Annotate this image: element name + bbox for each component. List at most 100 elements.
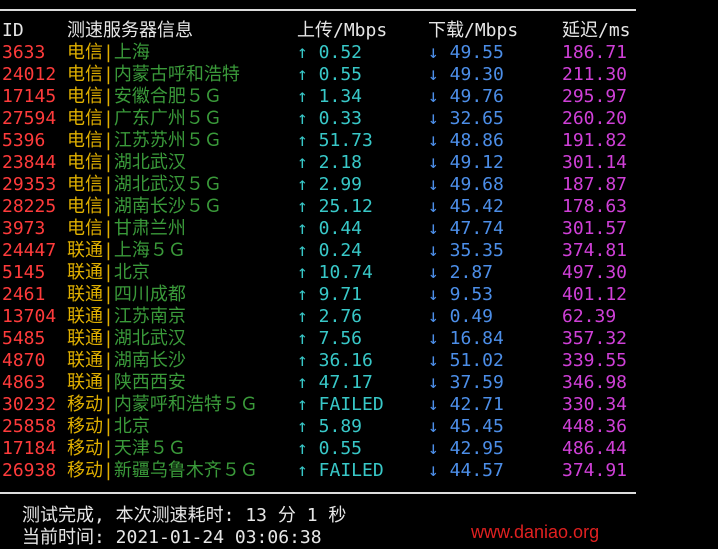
server-info: 移动|新疆乌鲁木齐５Ｇ <box>67 460 258 482</box>
upload-speed: ↑ 5.89 <box>297 416 363 437</box>
server-info: 电信|江苏苏州５Ｇ <box>67 130 222 152</box>
server-info: 电信|湖北武汉５Ｇ <box>67 174 222 196</box>
table-row: 24012 电信|内蒙古呼和浩特 ↑ 0.55 ↓ 49.30 211.30 <box>0 64 718 86</box>
download-speed: ↓ 45.42 <box>428 196 504 217</box>
latency-value: 339.55 <box>562 350 628 371</box>
table-row: 24447 联通|上海５Ｇ ↑ 0.24 ↓ 35.35 374.81 <box>0 240 718 262</box>
server-info: 联通|北京 <box>67 262 150 284</box>
download-speed: ↓ 0.49 <box>428 306 494 327</box>
separator: | <box>103 218 114 239</box>
latency-value: 301.14 <box>562 152 628 173</box>
download-speed: ↓ 16.84 <box>428 328 504 349</box>
server-id: 17145 <box>2 86 57 107</box>
separator: | <box>103 174 114 195</box>
separator: | <box>103 86 114 107</box>
server-info: 电信|湖北武汉 <box>67 152 186 174</box>
server-location: 甘肃兰州 <box>113 218 186 239</box>
server-location: 广东广州５Ｇ <box>113 108 222 129</box>
server-info: 联通|湖北武汉 <box>67 328 186 350</box>
upload-speed: ↑ 10.74 <box>297 262 373 283</box>
server-id: 3973 <box>2 218 46 239</box>
server-id: 23844 <box>2 152 57 173</box>
latency-value: 374.81 <box>562 240 628 261</box>
server-location: 上海５Ｇ <box>113 240 186 261</box>
latency-value: 295.97 <box>562 86 628 107</box>
server-location: 江苏南京 <box>113 306 186 327</box>
download-speed: ↓ 47.74 <box>428 218 504 239</box>
table-row: 30232 移动|内蒙呼和浩特５Ｇ ↑ FAILED ↓ 42.71 330.34 <box>0 394 718 416</box>
isp-name: 电信 <box>67 86 103 107</box>
bottom-divider <box>0 492 636 494</box>
server-id: 5145 <box>2 262 46 283</box>
server-info: 联通|江苏南京 <box>67 306 186 328</box>
upload-speed: ↑ 0.44 <box>297 218 363 239</box>
server-location: 新疆乌鲁木齐５Ｇ <box>113 460 258 481</box>
isp-name: 联通 <box>67 284 103 305</box>
latency-value: 62.39 <box>562 306 617 327</box>
table-row: 17184 移动|天津５Ｇ ↑ 0.55 ↓ 42.95 486.44 <box>0 438 718 460</box>
latency-value: 374.91 <box>562 460 628 481</box>
upload-speed: ↑ FAILED <box>297 394 384 415</box>
server-id: 5396 <box>2 130 46 151</box>
table-row: 25858 移动|北京 ↑ 5.89 ↓ 45.45 448.36 <box>0 416 718 438</box>
upload-speed: ↑ 51.73 <box>297 130 373 151</box>
server-location: 内蒙呼和浩特５Ｇ <box>113 394 258 415</box>
download-speed: ↓ 48.86 <box>428 130 504 151</box>
download-speed: ↓ 42.95 <box>428 438 504 459</box>
table-row: 3973 电信|甘肃兰州 ↑ 0.44 ↓ 47.74 301.57 <box>0 218 718 240</box>
upload-speed: ↑ 9.71 <box>297 284 363 305</box>
download-speed: ↓ 49.55 <box>428 42 504 63</box>
table-row: 5396 电信|江苏苏州５Ｇ ↑ 51.73 ↓ 48.86 191.82 <box>0 130 718 152</box>
latency-value: 448.36 <box>562 416 628 437</box>
isp-name: 移动 <box>67 416 103 437</box>
table-row: 5485 联通|湖北武汉 ↑ 7.56 ↓ 16.84 357.32 <box>0 328 718 350</box>
server-info: 联通|上海５Ｇ <box>67 240 186 262</box>
server-id: 24447 <box>2 240 57 261</box>
table-row: 3633 电信|上海 ↑ 0.52 ↓ 49.55 186.71 <box>0 42 718 64</box>
isp-name: 电信 <box>67 130 103 151</box>
download-speed: ↓ 35.35 <box>428 240 504 261</box>
server-location: 安徽合肥５Ｇ <box>113 86 222 107</box>
server-info: 联通|陕西西安 <box>67 372 186 394</box>
upload-speed: ↑ 1.34 <box>297 86 363 107</box>
server-info: 移动|天津５Ｇ <box>67 438 186 460</box>
latency-value: 187.87 <box>562 174 628 195</box>
separator: | <box>103 306 114 327</box>
isp-name: 联通 <box>67 372 103 393</box>
server-location: 北京 <box>113 262 150 283</box>
download-speed: ↓ 42.71 <box>428 394 504 415</box>
download-speed: ↓ 9.53 <box>428 284 494 305</box>
server-info: 联通|四川成都 <box>67 284 186 306</box>
upload-speed: ↑ 0.24 <box>297 240 363 261</box>
latency-value: 260.20 <box>562 108 628 129</box>
latency-value: 346.98 <box>562 372 628 393</box>
server-id: 4870 <box>2 350 46 371</box>
separator: | <box>103 240 114 261</box>
download-speed: ↓ 37.59 <box>428 372 504 393</box>
server-id: 29353 <box>2 174 57 195</box>
download-speed: ↓ 49.68 <box>428 174 504 195</box>
header-upload: 上传/Mbps <box>297 20 388 41</box>
server-info: 移动|北京 <box>67 416 150 438</box>
server-location: 陕西西安 <box>113 372 186 393</box>
isp-name: 电信 <box>67 196 103 217</box>
latency-value: 178.63 <box>562 196 628 217</box>
server-location: 内蒙古呼和浩特 <box>113 64 240 85</box>
download-speed: ↓ 32.65 <box>428 108 504 129</box>
separator: | <box>103 196 114 217</box>
isp-name: 联通 <box>67 328 103 349</box>
table-row: 23844 电信|湖北武汉 ↑ 2.18 ↓ 49.12 301.14 <box>0 152 718 174</box>
server-info: 电信|内蒙古呼和浩特 <box>67 64 240 86</box>
header-latency: 延迟/ms <box>562 20 631 41</box>
table-row: 27594 电信|广东广州５Ｇ ↑ 0.33 ↓ 32.65 260.20 <box>0 108 718 130</box>
separator: | <box>103 108 114 129</box>
isp-name: 联通 <box>67 306 103 327</box>
server-info: 电信|安徽合肥５Ｇ <box>67 86 222 108</box>
separator: | <box>103 152 114 173</box>
table-row: 4870 联通|湖南长沙 ↑ 36.16 ↓ 51.02 339.55 <box>0 350 718 372</box>
isp-name: 电信 <box>67 174 103 195</box>
server-info: 电信|湖南长沙５Ｇ <box>67 196 222 218</box>
server-id: 5485 <box>2 328 46 349</box>
separator: | <box>103 416 114 437</box>
server-info: 电信|上海 <box>67 42 150 64</box>
